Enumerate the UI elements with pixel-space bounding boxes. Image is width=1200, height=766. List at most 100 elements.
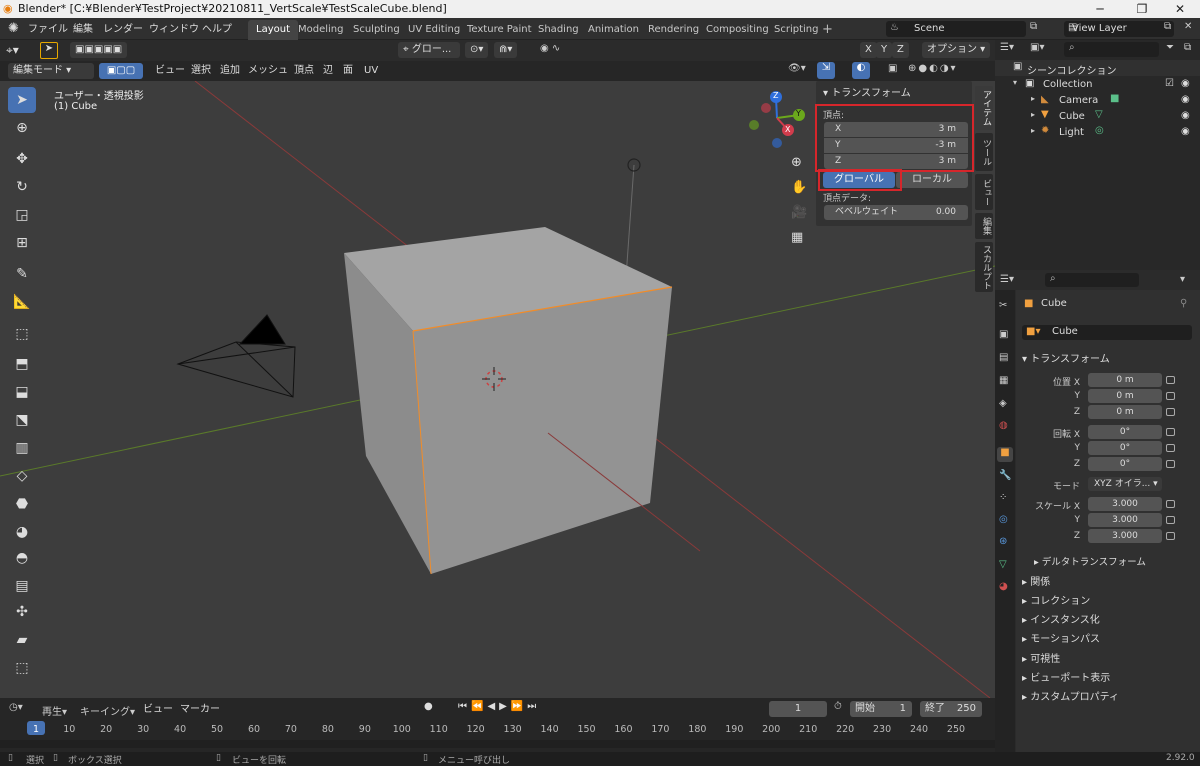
rotate-tool-icon[interactable]: ↻ (8, 174, 36, 200)
tab-texture-paint[interactable]: Texture Paint (459, 20, 540, 40)
mesh-select-mode-icon[interactable]: ▣▢▢ (99, 63, 143, 79)
instancing-section[interactable]: ▸ インスタンス化 (1022, 611, 1100, 626)
tab-tool[interactable]: ツール (975, 133, 993, 171)
tab-uv-editing[interactable]: UV Editing (400, 20, 468, 40)
eye-icon[interactable]: ◉ (1181, 78, 1190, 89)
annotate-tool-icon[interactable]: ✎ (8, 261, 36, 287)
scene-selector[interactable]: ♨ Scene (886, 21, 1026, 37)
add-cube-tool-icon[interactable]: ⬚ (8, 321, 36, 347)
rotation-mode-dropdown[interactable]: XYZ オイラ... ▾ (1088, 477, 1162, 491)
axis-z-toggle[interactable]: Z (892, 42, 909, 58)
properties-options-icon[interactable]: ▾ (1180, 274, 1185, 285)
tab-modeling[interactable]: Modeling (290, 20, 352, 40)
lock-icon[interactable] (1166, 460, 1175, 468)
timeline-editor-icon[interactable]: ◷▾ (9, 702, 23, 713)
view-layer-tab-icon[interactable]: ▦ (999, 375, 1008, 386)
tab-shading[interactable]: Shading (530, 20, 587, 40)
inset-tool-icon[interactable]: ⬓ (8, 379, 36, 405)
menu-select[interactable]: 選択 (191, 63, 211, 79)
eye-icon[interactable]: ◉ (1181, 110, 1190, 121)
particles-tab-icon[interactable]: ⁘ (999, 492, 1007, 503)
object-name-field[interactable]: ■▾ Cube (1022, 325, 1192, 340)
close-button[interactable]: ✕ (1160, 0, 1200, 18)
loop-cut-tool-icon[interactable]: ▥ (8, 435, 36, 461)
relations-section[interactable]: ▸ 関係 (1022, 573, 1050, 588)
camera-data-icon[interactable]: ■ (1110, 93, 1119, 104)
outliner-editor-icon[interactable]: ☰▾ (1000, 42, 1014, 53)
menu-face[interactable]: 面 (343, 63, 353, 79)
playback-controls-icon[interactable]: ⏮⏪◀▶⏩⏭ (458, 701, 540, 712)
checkbox-icon[interactable]: ☑ (1165, 78, 1174, 89)
scale-z-field[interactable]: 3.000 (1088, 529, 1162, 543)
ortho-grid-icon[interactable]: ▦ (791, 230, 803, 245)
menu-mesh[interactable]: メッシュ (248, 63, 288, 79)
editor-type-icon[interactable]: ⌖▾ (6, 43, 19, 58)
render-tab-icon[interactable]: ▣ (999, 329, 1008, 340)
menu-render[interactable]: レンダー (103, 22, 143, 38)
local-toggle[interactable]: ローカル (896, 172, 968, 188)
menu-help[interactable]: ヘルプ (202, 22, 232, 38)
scale-y-field[interactable]: 3.000 (1088, 513, 1162, 527)
object-tab-icon[interactable]: ■ (997, 447, 1013, 462)
outliner-search-input[interactable]: ⌕ (1064, 42, 1159, 57)
proportional-edit-icon[interactable]: ◉ ∿ (540, 43, 560, 54)
mesh-data-icon[interactable]: ▽ (1095, 109, 1103, 120)
lock-icon[interactable] (1166, 428, 1175, 436)
tool-tab-icon[interactable]: ✂ (999, 300, 1007, 311)
tab-edit[interactable]: 編集 (975, 213, 993, 239)
output-tab-icon[interactable]: ▤ (999, 352, 1008, 363)
pan-hand-icon[interactable]: ✋ (791, 180, 807, 195)
scale-x-field[interactable]: 3.000 (1088, 497, 1162, 511)
eye-icon[interactable]: ◉ (1181, 94, 1190, 105)
new-collection-icon[interactable]: ⧉ (1184, 42, 1191, 53)
gizmo-z-label[interactable]: Z (773, 91, 778, 100)
smooth-tool-icon[interactable]: ◓ (8, 545, 36, 571)
tab-item[interactable]: アイテム (975, 86, 993, 130)
knife-tool-icon[interactable]: ◇ (8, 463, 36, 489)
tab-animation[interactable]: Animation (580, 20, 647, 40)
selection-modes-icon[interactable]: ▣▣▣▣▣ (70, 42, 128, 58)
view-layer-selector[interactable]: ▤ View Layer (1064, 21, 1174, 37)
visibility-section[interactable]: ▸ 可視性 (1022, 650, 1060, 665)
shrink-tool-icon[interactable]: ✣ (8, 599, 36, 625)
transform-panel-header[interactable]: ▾ トランスフォーム (823, 84, 911, 99)
location-z-field[interactable]: 0 m (1088, 405, 1162, 419)
pin-icon[interactable]: ⚲ (1180, 298, 1187, 309)
transform-section-header[interactable]: ▾ トランスフォーム (1022, 350, 1110, 365)
rotation-x-field[interactable]: 0° (1088, 425, 1162, 439)
axis-y-toggle[interactable]: Y (876, 42, 893, 58)
shading-modes-icon[interactable]: ⊕●◐◑▾ (908, 63, 958, 74)
bevel-weight-field[interactable]: ベベルウェイト 0.00 (824, 205, 968, 220)
lock-icon[interactable] (1166, 408, 1175, 416)
add-workspace-icon[interactable]: + (822, 22, 833, 37)
current-frame-field[interactable]: 1 (769, 701, 827, 717)
expand-icon[interactable]: ▸ (1031, 94, 1035, 103)
menu-marker[interactable]: マーカー (180, 702, 220, 718)
outliner-row-camera[interactable]: ▸ ◣ Camera ■ ◉ (995, 93, 1200, 109)
rotation-z-field[interactable]: 0° (1088, 457, 1162, 471)
maximize-button[interactable]: ❐ (1122, 0, 1162, 18)
lock-icon[interactable] (1166, 392, 1175, 400)
gizmo-y-label[interactable]: Y (796, 109, 801, 118)
menu-keying[interactable]: キーイング▾ (80, 703, 135, 718)
scale-tool-icon[interactable]: ◲ (8, 202, 36, 228)
viewport-display-section[interactable]: ▸ ビューポート表示 (1022, 669, 1110, 684)
menu-edge[interactable]: 辺 (323, 63, 333, 79)
menu-uv[interactable]: UV (364, 63, 378, 79)
data-tab-icon[interactable]: ▽ (999, 559, 1007, 570)
menu-window[interactable]: ウィンドウ (149, 22, 199, 38)
scene-tab-icon[interactable]: ◈ (999, 398, 1007, 409)
rotation-y-field[interactable]: 0° (1088, 441, 1162, 455)
cursor-tool-icon[interactable]: ⊕ (8, 115, 36, 141)
constraints-tab-icon[interactable]: ⊛ (999, 536, 1007, 547)
material-tab-icon[interactable]: ◕ (999, 581, 1008, 592)
outliner-row-light[interactable]: ▸ ✹ Light ◎ ◉ (995, 125, 1200, 141)
pivot-point-icon[interactable]: ⊙▾ (465, 42, 489, 58)
select-mode-icon[interactable]: ➤ (40, 42, 58, 59)
menu-timeline-view[interactable]: ビュー (143, 702, 173, 718)
timeline-scrollbar[interactable] (0, 740, 995, 748)
measure-tool-icon[interactable]: 📐 (8, 289, 36, 315)
tab-sculpt[interactable]: スカルプト (975, 242, 993, 292)
motion-paths-section[interactable]: ▸ モーションパス (1022, 630, 1100, 645)
menu-file[interactable]: ファイル (28, 22, 68, 38)
